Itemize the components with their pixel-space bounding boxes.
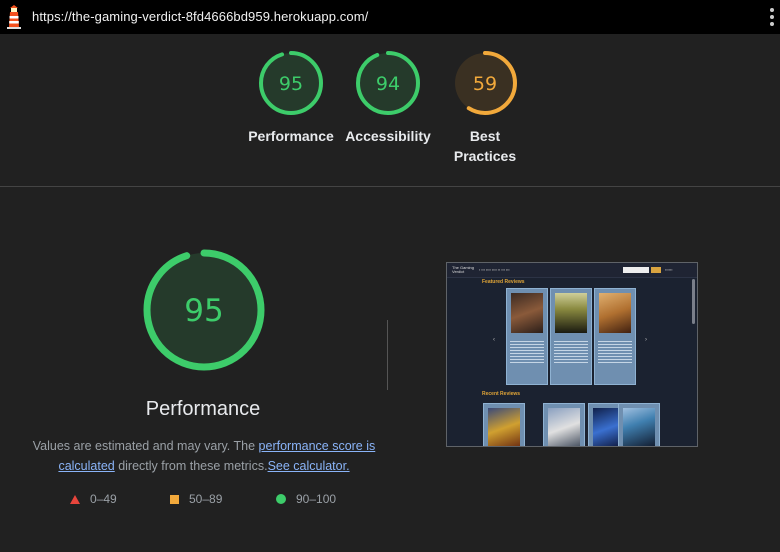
- gauge-performance[interactable]: 95 Performance: [236, 50, 346, 146]
- performance-description: Values are estimated and may vary. The p…: [30, 436, 378, 476]
- thumb-search-button: [651, 267, 661, 273]
- desc-text: Values are estimated and may vary. The: [32, 439, 259, 453]
- performance-gauge: 95: [143, 249, 265, 371]
- thumb-nav-links: ▪ ▪▪▪ ▪▪▪▪ ▪▪▪▪ ▪▪ ▪▪▪ ▪▪▪: [479, 268, 510, 272]
- gauge-label: Accessibility: [345, 128, 431, 144]
- gauge-label-line: Practices: [453, 148, 517, 164]
- legend-range: 0–49: [90, 492, 117, 506]
- thumb-featured-card: [550, 288, 592, 385]
- legend-range: 50–89: [189, 492, 223, 506]
- see-calculator-link[interactable]: See calculator.: [268, 459, 350, 473]
- gauge-label: Performance: [248, 128, 334, 144]
- legend-range: 90–100: [296, 492, 337, 506]
- thumb-scrollbar: [692, 279, 695, 324]
- circle-icon: [276, 494, 286, 504]
- square-icon: [170, 494, 179, 504]
- vertical-divider: [387, 320, 388, 390]
- thumb-cover: [623, 408, 655, 446]
- legend-fail: 0–49: [70, 492, 117, 506]
- thumb-cover: [548, 408, 580, 446]
- gauge-score: 95: [279, 73, 303, 95]
- thumb-cover: [599, 293, 631, 333]
- gauge-ring: 95: [259, 51, 323, 115]
- lighthouse-icon: [7, 5, 21, 29]
- gauge-best-practices[interactable]: 59 Best Practices: [430, 50, 540, 166]
- gauge-accessibility[interactable]: 94 Accessibility: [333, 50, 443, 146]
- gauge-score: 59: [473, 73, 497, 95]
- gauge-label-line: Best: [469, 128, 501, 144]
- thumb-card-text: [510, 341, 544, 365]
- thumb-recent-card: [618, 403, 660, 446]
- legend-pass: 90–100: [276, 492, 336, 506]
- page-url[interactable]: https://the-gaming-verdict-8fd4666bd959.…: [32, 9, 368, 24]
- thumb-search-box: [623, 267, 649, 273]
- gauge-ring: 94: [356, 51, 420, 115]
- thumb-card-text: [554, 341, 588, 365]
- final-screenshot[interactable]: The Gaming Verdict ▪ ▪▪▪ ▪▪▪▪ ▪▪▪▪ ▪▪ ▪▪…: [446, 262, 698, 447]
- thumb-card-text: [598, 341, 632, 365]
- performance-score: 95: [184, 293, 223, 329]
- triangle-icon: [70, 494, 80, 504]
- desc-text: directly from these metrics.: [114, 459, 268, 473]
- thumb-user-link: ▪▪▪▪▪▪: [665, 268, 673, 272]
- thumb-cover: [555, 293, 587, 333]
- section-divider: [0, 186, 780, 187]
- thumb-featured-card: [594, 288, 636, 385]
- thumb-recent-heading: Recent Reviews: [482, 391, 521, 397]
- more-options-icon[interactable]: [770, 8, 774, 28]
- gauge-ring: 59: [453, 51, 517, 115]
- url-bar: https://the-gaming-verdict-8fd4666bd959.…: [0, 0, 780, 34]
- performance-title: Performance: [145, 398, 261, 420]
- thumb-cover: [511, 293, 543, 333]
- thumb-featured-heading: Featured Reviews: [482, 279, 525, 285]
- legend-average: 50–89: [170, 492, 222, 506]
- thumb-navbar: The Gaming Verdict ▪ ▪▪▪ ▪▪▪▪ ▪▪▪▪ ▪▪ ▪▪…: [447, 263, 697, 278]
- thumb-recent-card: [483, 403, 525, 446]
- thumb-site-name: Verdict: [452, 269, 465, 274]
- gauge-score: 94: [376, 73, 400, 95]
- thumb-logo: The Gaming Verdict: [452, 266, 474, 274]
- gauge-label: Best Practices: [430, 126, 540, 166]
- thumb-next-arrow: ›: [645, 337, 647, 343]
- thumb-prev-arrow: ‹: [493, 337, 495, 343]
- thumb-recent-card: [543, 403, 585, 446]
- thumb-cover: [488, 408, 520, 446]
- thumb-featured-card: [506, 288, 548, 385]
